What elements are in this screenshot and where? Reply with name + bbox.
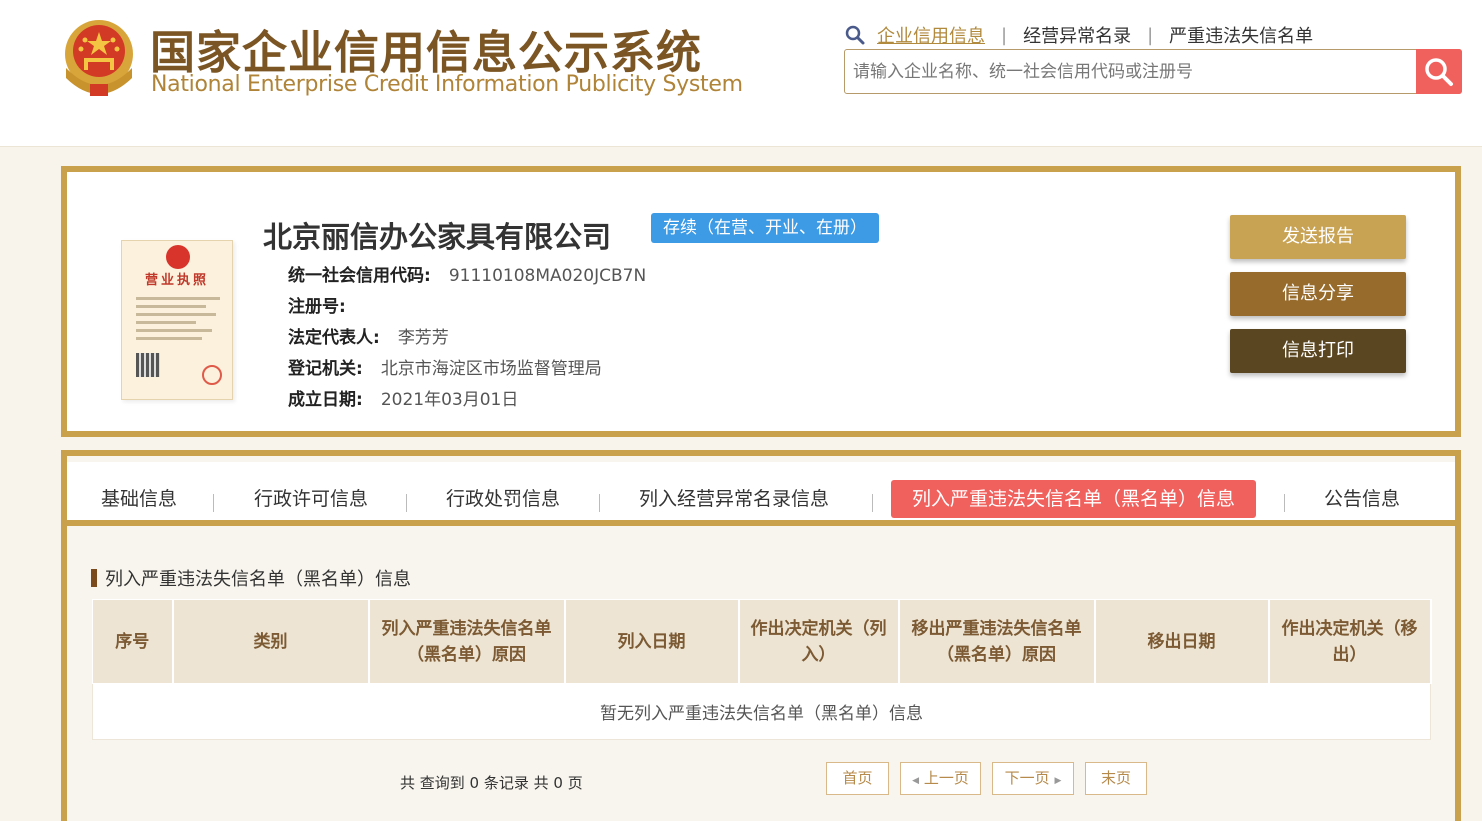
tab-basic-info[interactable]: 基础信息 <box>101 480 177 518</box>
info-row-established-date: 成立日期: 2021年03月01日 <box>288 385 518 410</box>
share-info-button[interactable]: 信息分享 <box>1230 272 1406 316</box>
national-emblem-icon <box>65 20 133 96</box>
license-text-line <box>136 321 196 324</box>
info-row-legal-rep: 法定代表人: 李芳芳 <box>288 323 449 348</box>
section-title: 列入严重违法失信名单（黑名单）信息 <box>91 565 411 591</box>
last-page-label: 末页 <box>1100 769 1131 787</box>
next-page-label: 下一页 <box>1004 769 1050 787</box>
info-value: 2021年03月01日 <box>380 390 519 410</box>
license-text-line <box>136 297 220 300</box>
info-label: 法定代表人: <box>288 328 380 348</box>
send-report-button[interactable]: 发送报告 <box>1230 215 1406 259</box>
company-name: 北京丽信办公家具有限公司 <box>263 220 612 254</box>
prev-page-button[interactable]: ◀ 上一页 <box>900 762 981 795</box>
info-label: 注册号: <box>288 297 346 317</box>
info-value: 李芳芳 <box>397 328 449 348</box>
section-title-text: 列入严重违法失信名单（黑名单）信息 <box>105 569 411 590</box>
info-label: 统一社会信用代码: <box>288 266 431 286</box>
site-header: 国家企业信用信息公示系统 National Enterprise Credit … <box>0 0 1482 147</box>
info-label: 登记机关: <box>288 359 363 379</box>
column-header: 作出决定机关（列入） <box>738 599 900 684</box>
column-header: 移出严重违法失信名单（黑名单）原因 <box>898 599 1096 684</box>
nav-link-credit-info[interactable]: 企业信用信息 <box>877 22 985 48</box>
tab-separator <box>599 494 600 512</box>
prev-page-label: 上一页 <box>923 769 969 787</box>
info-row-reg-number: 注册号: <box>288 292 364 317</box>
section-marker <box>91 569 97 587</box>
column-header: 列入严重违法失信名单（黑名单）原因 <box>368 599 566 684</box>
license-text-line <box>136 305 206 308</box>
table-row: 暂无列入严重违法失信名单（黑名单）信息 <box>92 683 1431 740</box>
search-input[interactable] <box>845 50 1415 93</box>
search-button[interactable] <box>1416 49 1462 94</box>
business-license-image[interactable]: 营业执照 <box>121 240 233 400</box>
company-card: 营业执照 北京丽信办公家具有限公司 存续（在营、开业、在册） 统一社会信用代码:… <box>61 166 1461 437</box>
top-nav: 企业信用信息 | 经营异常名录 | 严重违法失信名单 <box>845 22 1313 48</box>
column-header: 列入日期 <box>564 599 740 684</box>
info-label: 成立日期: <box>288 390 363 410</box>
tab-separator <box>872 494 873 512</box>
license-emblem-icon <box>166 245 190 269</box>
detail-panel: 基础信息 行政许可信息 行政处罚信息 列入经营异常名录信息 列入严重违法失信名单… <box>61 450 1461 821</box>
search-icon <box>845 25 865 45</box>
column-header: 移出日期 <box>1094 599 1270 684</box>
tab-announcements[interactable]: 公告信息 <box>1324 480 1400 518</box>
info-row-authority: 登记机关: 北京市海淀区市场监督管理局 <box>288 354 602 379</box>
site-subtitle: National Enterprise Credit Information P… <box>151 72 743 97</box>
arrow-left-icon: ◀ <box>912 776 920 786</box>
license-text-line <box>136 337 202 340</box>
tab-admin-license[interactable]: 行政许可信息 <box>254 480 368 518</box>
tab-bar: 基础信息 行政许可信息 行政处罚信息 列入经营异常名录信息 列入严重违法失信名单… <box>67 462 1455 526</box>
license-title: 营业执照 <box>144 273 209 288</box>
blacklist-table: 序号 类别 列入严重违法失信名单（黑名单）原因 列入日期 作出决定机关（列入） … <box>92 599 1432 740</box>
nav-separator: | <box>1147 24 1154 46</box>
tab-abnormal-list[interactable]: 列入经营异常名录信息 <box>639 480 829 518</box>
column-header: 作出决定机关（移出） <box>1268 599 1432 684</box>
nav-link-blacklist[interactable]: 严重违法失信名单 <box>1169 22 1313 48</box>
arrow-right-icon: ▶ <box>1054 776 1062 786</box>
license-text-line <box>136 329 212 332</box>
license-text-line <box>136 313 216 316</box>
tab-separator <box>213 494 214 512</box>
first-page-label: 首页 <box>842 769 873 787</box>
status-badge: 存续（在营、开业、在册） <box>651 213 879 243</box>
empty-state-text: 暂无列入严重违法失信名单（黑名单）信息 <box>92 683 1431 740</box>
first-page-button[interactable]: 首页 <box>826 762 889 795</box>
print-info-button[interactable]: 信息打印 <box>1230 329 1406 373</box>
search-bar <box>844 49 1462 94</box>
info-value: 91110108MA020JCB7N <box>448 266 647 286</box>
tab-admin-penalty[interactable]: 行政处罚信息 <box>446 480 560 518</box>
record-count: 共 查询到 0 条记录 共 0 页 <box>400 774 583 792</box>
tab-separator <box>406 494 407 512</box>
qr-code-icon <box>136 353 160 377</box>
last-page-button[interactable]: 末页 <box>1085 762 1147 795</box>
table-header-row: 序号 类别 列入严重违法失信名单（黑名单）原因 列入日期 作出决定机关（列入） … <box>92 599 1432 684</box>
nav-separator: | <box>1001 24 1008 46</box>
magnifier-icon <box>1425 57 1453 86</box>
column-header: 序号 <box>92 599 174 684</box>
info-row-credit-code: 统一社会信用代码: 91110108MA020JCB7N <box>288 261 646 286</box>
tab-blacklist[interactable]: 列入严重违法失信名单（黑名单）信息 <box>891 480 1257 518</box>
next-page-button[interactable]: 下一页 ▶ <box>992 762 1074 795</box>
nav-link-abnormal-list[interactable]: 经营异常名录 <box>1023 22 1131 48</box>
info-value: 北京市海淀区市场监督管理局 <box>380 359 602 379</box>
column-header: 类别 <box>172 599 370 684</box>
seal-icon <box>202 365 222 385</box>
tab-separator <box>1284 494 1285 512</box>
